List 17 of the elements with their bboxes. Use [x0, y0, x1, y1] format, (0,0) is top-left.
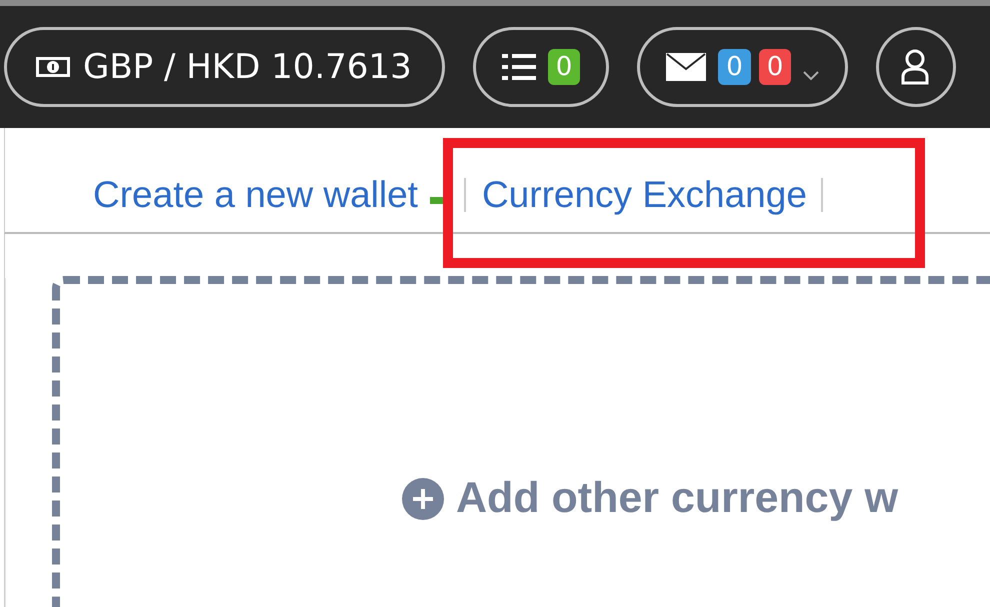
exchange-rate-text: GBP / HKD 10.7613	[83, 47, 412, 87]
exchange-rate-pill[interactable]: GBP / HKD 10.7613	[4, 27, 445, 107]
numbered-list-icon	[502, 52, 536, 82]
count-badge: 0	[718, 49, 751, 85]
add-wallet-card[interactable]: Add other currency w	[52, 276, 990, 607]
plus-circle-icon	[402, 478, 444, 520]
messages-pill[interactable]: 0 0	[637, 27, 848, 107]
nav-link[interactable]: Create a new wallet	[93, 174, 418, 216]
envelope-icon	[666, 53, 706, 81]
add-wallet-label: Add other currency w	[456, 474, 898, 523]
count-badge: 0	[548, 49, 580, 85]
user-icon	[901, 49, 930, 85]
account-pill[interactable]	[876, 27, 956, 107]
chevron-down-icon	[803, 71, 820, 81]
count-badge: 0	[758, 49, 792, 85]
banknote-icon	[35, 56, 71, 78]
nav-link[interactable]: Currency Exchange	[482, 174, 807, 216]
